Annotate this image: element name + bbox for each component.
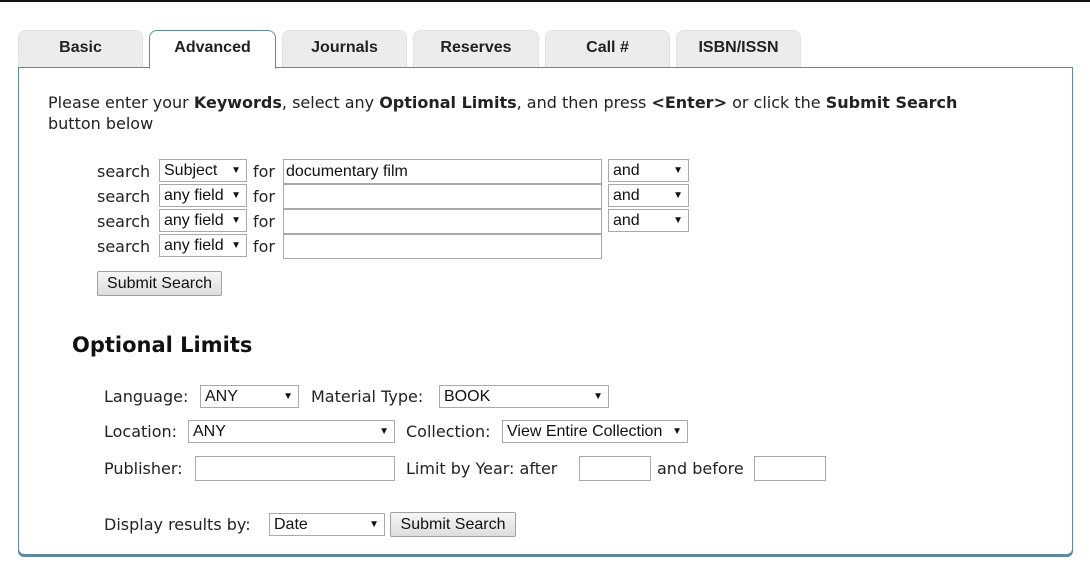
- publisher-input[interactable]: [195, 456, 395, 481]
- sort-select[interactable]: Date ▼: [269, 513, 385, 536]
- dropdown-arrow-icon: ▼: [379, 426, 389, 437]
- keywords-term: Keywords: [193, 93, 282, 112]
- dropdown-arrow-icon: ▼: [672, 426, 682, 437]
- year-after-input[interactable]: [579, 456, 651, 481]
- search-term-input[interactable]: [283, 184, 602, 209]
- for-label: for: [253, 212, 275, 231]
- field-select-value: any field: [164, 212, 224, 229]
- language-select-value: ANY: [205, 388, 238, 405]
- instructions-text: button below: [48, 114, 154, 133]
- field-select-value: any field: [164, 237, 224, 254]
- material-type-select-value: BOOK: [444, 388, 491, 405]
- submit-search-button[interactable]: Submit Search: [97, 271, 222, 296]
- dropdown-arrow-icon: ▼: [231, 240, 241, 251]
- publisher-label: Publisher:: [104, 459, 183, 478]
- collection-select-value: View Entire Collection: [507, 423, 663, 440]
- dropdown-arrow-icon: ▼: [593, 391, 603, 402]
- enter-key-term: <Enter>: [651, 93, 727, 112]
- language-label: Language:: [104, 387, 189, 406]
- field-select[interactable]: any field ▼: [159, 209, 247, 232]
- display-results-label: Display results by:: [104, 515, 251, 534]
- collection-select[interactable]: View Entire Collection ▼: [502, 420, 688, 443]
- sort-select-value: Date: [274, 516, 308, 533]
- collection-label: Collection:: [406, 422, 491, 441]
- year-after-label: Limit by Year: after: [406, 459, 558, 478]
- search-label: search: [97, 162, 151, 181]
- instructions-text: , select any: [281, 93, 380, 112]
- material-type-label: Material Type:: [311, 387, 424, 406]
- optional-limits-heading: Optional Limits: [72, 333, 253, 357]
- advanced-search-panel: Please enter your Keywords, select any O…: [18, 67, 1073, 555]
- year-before-label: and before: [657, 459, 744, 478]
- boolean-select-value: and: [613, 187, 640, 204]
- dropdown-arrow-icon: ▼: [231, 165, 241, 176]
- instructions-text: or click the: [726, 93, 826, 112]
- boolean-select-value: and: [613, 212, 640, 229]
- year-before-input[interactable]: [754, 456, 826, 481]
- top-rule: [0, 0, 1090, 2]
- for-label: for: [253, 162, 275, 181]
- submit-search-button-bottom[interactable]: Submit Search: [390, 512, 516, 537]
- location-select[interactable]: ANY ▼: [188, 420, 395, 443]
- dropdown-arrow-icon: ▼: [231, 215, 241, 226]
- search-label: search: [97, 237, 151, 256]
- field-select[interactable]: any field ▼: [159, 234, 247, 257]
- tab-reserves[interactable]: Reserves: [413, 30, 539, 67]
- dropdown-arrow-icon: ▼: [369, 519, 379, 530]
- location-label: Location:: [104, 422, 178, 441]
- search-term-input[interactable]: documentary film: [283, 159, 602, 184]
- search-term-input[interactable]: [283, 234, 602, 259]
- language-select[interactable]: ANY ▼: [200, 385, 299, 408]
- tab-journals[interactable]: Journals: [282, 30, 407, 67]
- boolean-select[interactable]: and ▼: [608, 184, 689, 207]
- boolean-select-value: and: [613, 162, 640, 179]
- boolean-select[interactable]: and ▼: [608, 209, 689, 232]
- for-label: for: [253, 237, 275, 256]
- tab-call-number[interactable]: Call #: [545, 30, 670, 67]
- field-select[interactable]: Subject ▼: [159, 159, 247, 182]
- tab-basic[interactable]: Basic: [18, 30, 143, 67]
- tab-advanced[interactable]: Advanced: [149, 30, 276, 69]
- boolean-select[interactable]: and ▼: [608, 159, 689, 182]
- dropdown-arrow-icon: ▼: [673, 215, 683, 226]
- search-label: search: [97, 212, 151, 231]
- optional-limits-term: Optional Limits: [379, 93, 517, 112]
- location-select-value: ANY: [193, 423, 226, 440]
- instructions-text: Please enter your: [48, 93, 194, 112]
- dropdown-arrow-icon: ▼: [283, 391, 293, 402]
- dropdown-arrow-icon: ▼: [231, 190, 241, 201]
- field-select[interactable]: any field ▼: [159, 184, 247, 207]
- field-select-value: Subject: [164, 162, 218, 179]
- tab-isbn-issn[interactable]: ISBN/ISSN: [676, 30, 801, 67]
- material-type-select[interactable]: BOOK ▼: [439, 385, 609, 408]
- dropdown-arrow-icon: ▼: [673, 190, 683, 201]
- field-select-value: any field: [164, 187, 224, 204]
- dropdown-arrow-icon: ▼: [673, 165, 683, 176]
- search-term-input[interactable]: [283, 209, 602, 234]
- search-label: search: [97, 187, 151, 206]
- submit-search-term: Submit Search: [825, 93, 958, 112]
- for-label: for: [253, 187, 275, 206]
- instructions: Please enter your Keywords, select any O…: [48, 92, 1048, 134]
- instructions-text: , and then press: [516, 93, 652, 112]
